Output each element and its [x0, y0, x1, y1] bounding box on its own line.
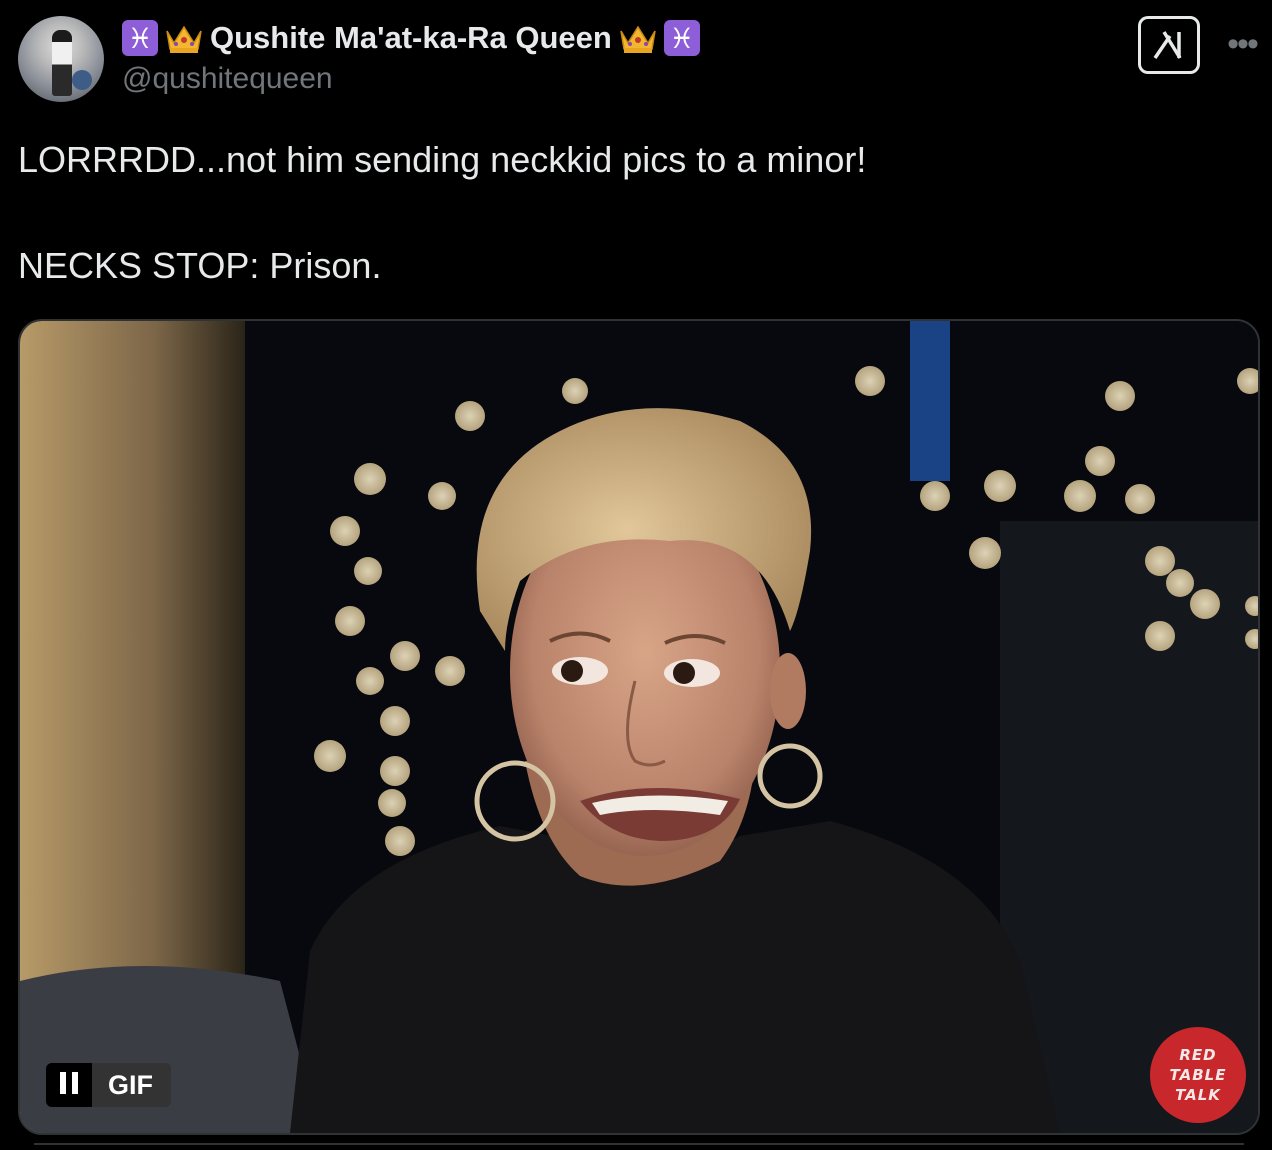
- gif-label: GIF: [92, 1063, 171, 1107]
- gif-badge: GIF: [46, 1063, 171, 1107]
- more-options-button[interactable]: •••: [1222, 24, 1262, 64]
- watermark-line-2: TABLE: [1169, 1066, 1227, 1084]
- tweet: ♓ Qushite Ma'at-ka-Ra Queen ♓ @qushitequ…: [0, 0, 1272, 1150]
- watermark-line-3: TALK: [1175, 1086, 1221, 1104]
- pause-icon: [57, 1070, 81, 1101]
- crown-icon: [620, 25, 656, 53]
- pisces-icon: ♓: [122, 20, 158, 56]
- grok-button[interactable]: [1138, 16, 1200, 74]
- gif-frame: [20, 321, 1258, 1133]
- gif-media[interactable]: GIF RED TABLE TALK: [18, 319, 1260, 1135]
- avatar[interactable]: [18, 16, 104, 102]
- display-name: Qushite Ma'at-ka-Ra Queen: [210, 20, 612, 55]
- pause-button[interactable]: [46, 1063, 92, 1107]
- divider: [34, 1143, 1244, 1145]
- user-handle[interactable]: @qushitequeen: [122, 62, 333, 96]
- avatar-ball: [72, 70, 92, 90]
- display-name-row[interactable]: ♓ Qushite Ma'at-ka-Ra Queen ♓: [122, 16, 700, 60]
- crown-icon: [166, 25, 202, 53]
- tweet-text-line-2: NECKS STOP: Prison.: [18, 245, 382, 286]
- avatar-figure: [52, 30, 72, 96]
- red-table-talk-watermark: RED TABLE TALK: [1150, 1027, 1246, 1123]
- tweet-text-line-1: LORRRDD...not him sending neckkid pics t…: [18, 139, 867, 180]
- more-dots-icon: •••: [1227, 24, 1259, 63]
- watermark-line-1: RED: [1179, 1046, 1217, 1064]
- grok-icon: [1153, 31, 1182, 59]
- pisces-icon: ♓: [663, 20, 700, 56]
